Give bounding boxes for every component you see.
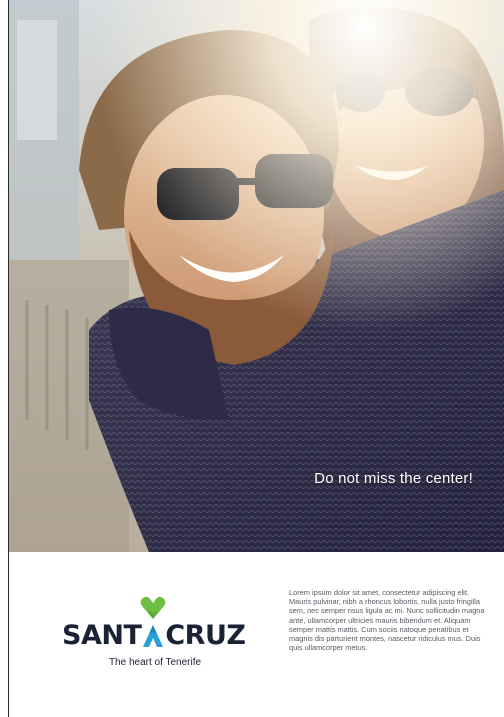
brand-word-right: CRUZ [165,620,246,651]
hero-photo: Do not miss the center! [9,0,504,552]
brand-tagline: The heart of Tenerife [108,657,202,668]
mountain-peak-icon [143,624,164,647]
body-paragraph: Lorem ipsum dolor sit amet, consectetur … [289,588,485,653]
brand-word-left: SANT [62,620,142,651]
brand-logo: SANT CRUZ The heart of Tenerife [40,596,270,676]
poster-page: Do not miss the center! SANT CRUZ The he… [0,0,504,717]
brand-wordmark: SANT CRUZ [62,620,246,651]
photo-caption: Do not miss the center! [314,470,473,487]
heart-icon [140,596,166,619]
